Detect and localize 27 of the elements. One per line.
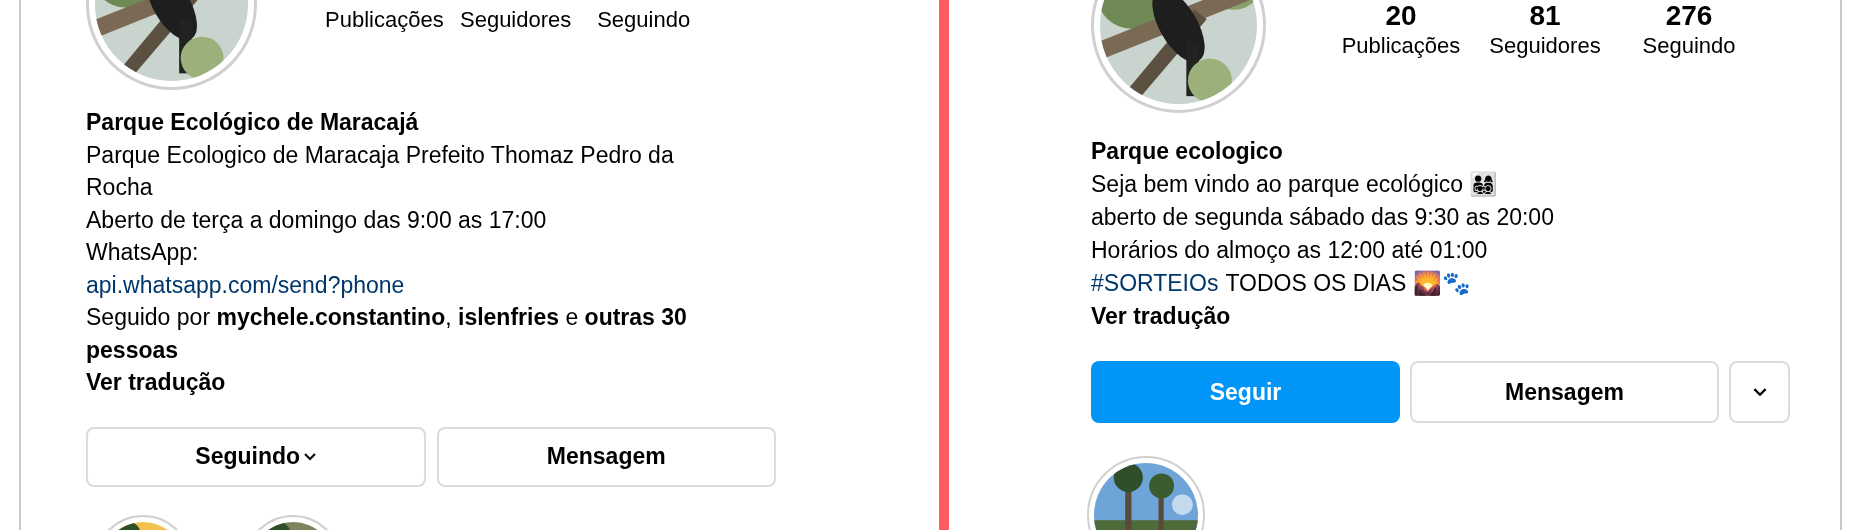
- stat-label: Seguidores: [460, 6, 572, 34]
- profile-button[interactable]: Mensagem: [436, 426, 776, 487]
- stat-count: 81: [1529, 0, 1561, 32]
- chevron-down-icon: [1752, 387, 1767, 397]
- stat-count: 276: [1665, 0, 1713, 32]
- stat-label: Seguindo: [1642, 32, 1736, 60]
- bio-text: Horários do almoço as 12:00 até 01:00: [1091, 236, 1489, 265]
- translate-link[interactable]: Ver tradução: [86, 366, 226, 399]
- bio-text: aberto de segunda sábado das 9:30 as 20:00: [1091, 203, 1555, 232]
- stat-label: Seguidores: [1489, 32, 1601, 60]
- bio-text: TODOS OS DIAS 🌄🐾: [1225, 269, 1471, 298]
- hashtag-link[interactable]: #SORTEIOs: [1091, 267, 1219, 300]
- stat-label: Publicações: [325, 6, 444, 34]
- profile-button[interactable]: Mensagem: [1410, 361, 1719, 423]
- profile-button[interactable]: Seguindo: [86, 426, 426, 487]
- stat-count: 20: [1385, 0, 1417, 32]
- bio-text: Aberto de terça a domingo das 9:00 as 17:00: [86, 205, 548, 235]
- stat-label: Seguindo: [597, 6, 691, 34]
- translate-link[interactable]: Ver tradução: [1091, 300, 1231, 333]
- bio-text: WhatsApp:: [86, 238, 200, 267]
- bio-text: Seja bem vindo ao parque ecológico 👨‍👩‍👧‍👦: [1091, 170, 1500, 199]
- profile-name: Parque Ecológico de Maracajá: [86, 108, 420, 137]
- bio-link[interactable]: api.whatsapp.com/send?phone: [86, 268, 405, 301]
- profile-name: Parque ecologico: [1091, 137, 1284, 166]
- stat-label: Publicações: [1341, 32, 1461, 60]
- followed-by-text: Seguido por mychele.constantino, islenfries e outras 30 pessoas: [86, 303, 688, 365]
- bio-text: Parque Ecologico de Maracaja Prefeito Thomaz Pedro da Rocha: [86, 140, 675, 202]
